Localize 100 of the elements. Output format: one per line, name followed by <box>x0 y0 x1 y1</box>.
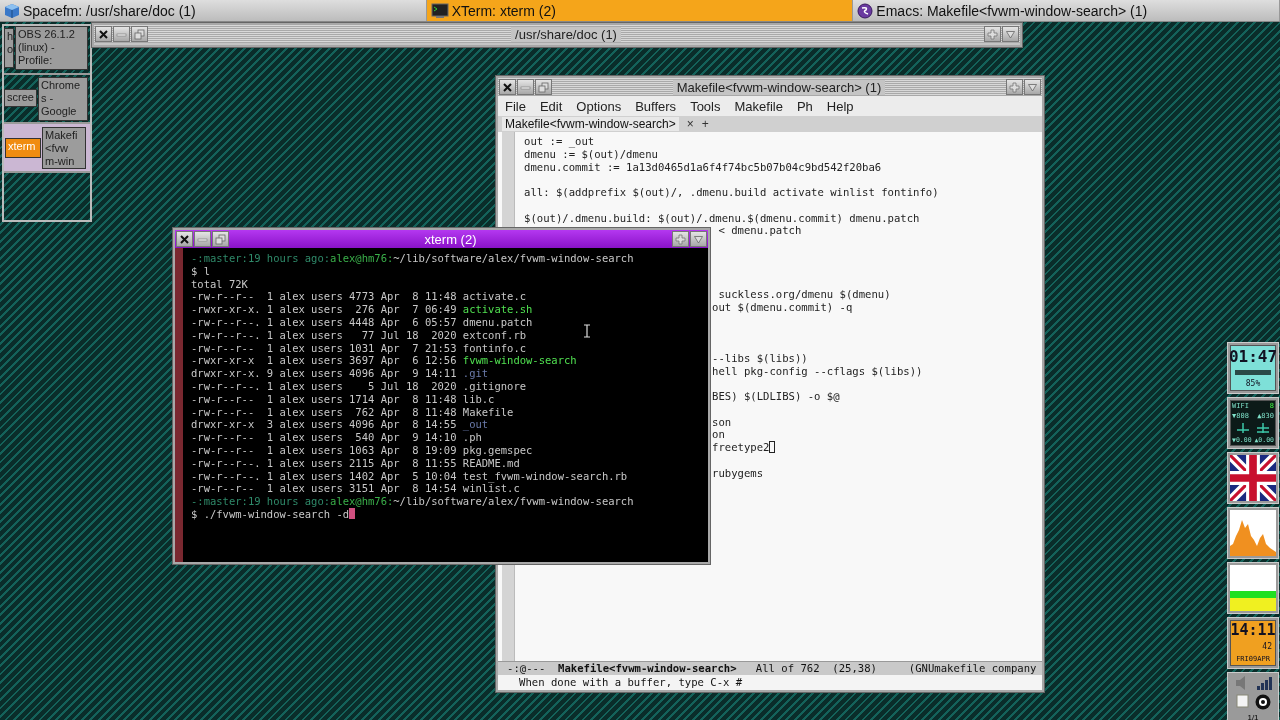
code-line: hell pkg-config --cflags $(libs)) <box>712 364 923 378</box>
command-line: $ l <box>191 264 210 278</box>
code-line: on <box>712 428 725 441</box>
code-line: freetype2 <box>712 441 770 454</box>
menu-button[interactable] <box>690 231 707 247</box>
close-icon <box>98 28 109 40</box>
code-line: dmenu := $(out)/dmenu <box>524 147 658 161</box>
maximize-button[interactable] <box>535 79 552 95</box>
signal-bars-icon[interactable] <box>1256 674 1272 691</box>
listing-line: -rw-r--r--. 1 alex users 1402 Apr 5 10:04 test_fvwm-window-search.rb <box>191 469 628 483</box>
tab-close[interactable]: × <box>686 117 694 131</box>
prompt-line: -:master:19 hours ago:alex@hm76:~/lib/software/alex/fvwm-window-search <box>191 252 634 265</box>
title-bar[interactable]: /usr/share/doc (1) <box>94 25 1020 43</box>
task-button[interactable]: XTerm: xterm (2) <box>426 0 854 21</box>
triangle-down-icon <box>1005 28 1016 40</box>
window-title: /usr/share/doc (1) <box>511 26 621 42</box>
level-bars-icon <box>1235 369 1271 375</box>
task-button[interactable]: Emacs: Makefile<fvwm-window-search> (1) <box>853 0 1280 21</box>
listing-line: -rwxr-xr-x 1 alex users 3697 Apr 6 12:56 fvwm-window-search <box>191 354 577 368</box>
mini-window[interactable]: Makefi <fvw m-win <box>42 127 86 169</box>
listing-line: -rw-r--r-- 1 alex users 762 Apr 8 11:48 Makefile <box>191 405 514 419</box>
text-cursor-icon <box>583 324 591 338</box>
title-bar[interactable]: Makefile<fvwm-window-search> (1) <box>498 78 1042 96</box>
listing-line: -rw-r--r-- 1 alex users 540 Apr 9 14:10 .ph <box>191 431 482 444</box>
page-counter: 1/1 <box>1247 712 1259 720</box>
window-title: Makefile<fvwm-window-search> (1) <box>672 79 886 95</box>
listing-line: drwxr-xr-x. 9 alex users 4096 Apr 9 14:11 .git <box>191 367 489 380</box>
plus-icon <box>987 28 998 40</box>
listing-line: -rw-r--r--. 1 alex users 4448 Apr 6 05:57 dmenu.patch <box>191 316 533 329</box>
close-icon <box>179 233 190 245</box>
menu-button[interactable] <box>1024 79 1041 95</box>
code-line: out $(dmenu.commit) -q <box>712 300 853 314</box>
close-button[interactable] <box>176 231 193 247</box>
menu-item[interactable]: Help <box>826 98 854 114</box>
memory-bars <box>1230 565 1276 611</box>
desk-page[interactable]: h o OBS 26.1.2 (linux) - Profile: <box>4 26 90 73</box>
maximize-icon <box>538 81 549 93</box>
maximize-button[interactable] <box>131 26 148 42</box>
keyboard-layout-widget[interactable] <box>1227 452 1279 504</box>
stick-button[interactable] <box>984 26 1001 42</box>
record-icon[interactable] <box>1255 693 1271 710</box>
listing-line: -rw-r--r--. 1 alex users 2115 Apr 8 11:55 README.md <box>191 456 520 470</box>
stick-button[interactable] <box>672 231 689 247</box>
cube-icon <box>4 2 20 19</box>
close-button[interactable] <box>499 79 516 95</box>
menu-item[interactable]: Makefile <box>734 98 783 114</box>
listing-line: -rw-r--r-- 1 alex users 3151 Apr 8 14:54 winlist.c <box>191 482 520 496</box>
listing-line: -rwxr-xr-x. 1 alex users 276 Apr 7 06:49 activate.sh <box>191 303 533 316</box>
code-line: rubygems <box>712 466 764 480</box>
menu-item[interactable]: Edit <box>539 98 563 114</box>
plus-icon <box>675 233 686 245</box>
menu-item[interactable]: File <box>505 98 526 114</box>
code-line: --libs $(libs)) <box>712 351 808 365</box>
command-line: $ ./fvwm-window-search -d <box>191 507 350 521</box>
title-bar[interactable]: xterm (2) <box>175 230 708 248</box>
listing-line: -rw-r--r--. 1 alex users 77 Jul 18 2020 extconf.rb <box>191 328 527 342</box>
code-line: all: $(addprefix $(out)/, .dmenu.build activate winlist fontinfo) <box>524 186 939 199</box>
desk-page[interactable]: scree Chrome s - Google <box>4 75 90 122</box>
listing-line: -rw-r--r-- 1 alex users 4773 Apr 8 11:48 activate.c <box>191 290 527 304</box>
menu-button[interactable] <box>1002 26 1019 42</box>
listing-line: -rw-r--r-- 1 alex users 1063 Apr 8 19:09 pkg.gemspec <box>191 443 533 457</box>
listing-line: -rw-r--r-- 1 alex users 1714 Apr 8 11:48 lib.c <box>191 392 495 406</box>
close-button[interactable] <box>95 26 112 42</box>
stick-button[interactable] <box>1006 79 1023 95</box>
code-line: dmenu.commit := 1a13d0465d1a6f4f74bc5b07b04c9bd542f20ba6 <box>524 160 882 174</box>
mini-window[interactable]: Chrome s - Google <box>38 77 88 121</box>
mini-window[interactable]: h o <box>4 28 14 68</box>
maximize-button[interactable] <box>212 231 229 247</box>
plus-icon <box>1009 81 1020 93</box>
code-line: out := _out <box>524 135 595 148</box>
listing-line: drwxr-xr-x 3 alex users 4096 Apr 8 14:55 _out <box>191 418 489 432</box>
window-title: xterm (2) <box>423 231 478 247</box>
battery-level: 85% <box>1245 379 1261 388</box>
terminal-icon <box>430 2 449 19</box>
code-line: son <box>712 415 732 429</box>
emacs-icon <box>857 2 874 19</box>
cpu-graph <box>1230 510 1276 556</box>
mini-window[interactable]: OBS 26.1.2 (linux) - Profile: <box>15 26 88 70</box>
mini-window[interactable]: scree <box>4 89 37 107</box>
menu-item[interactable]: Ph <box>796 98 813 114</box>
listing-line: -rw-r--r--. 1 alex users 5 Jul 18 2020 .gitignore <box>191 379 527 393</box>
buffer-tab[interactable]: Makefile<fvwm-window-search> <box>502 117 679 131</box>
maximize-icon <box>134 28 145 40</box>
menu-item[interactable]: Tools <box>690 98 721 114</box>
flag-icon <box>1230 455 1276 501</box>
clock-time: 14:11 <box>1230 623 1276 639</box>
listing-line: -rw-r--r-- 1 alex users 1031 Apr 7 21:53 fontinfo.c <box>191 341 527 355</box>
task-button[interactable]: Spacefm: /usr/share/doc (1) <box>0 0 427 21</box>
triangle-down-icon <box>693 233 704 245</box>
desk-page[interactable] <box>4 173 90 220</box>
code-line: < dmenu.patch <box>717 224 802 237</box>
code-line: BES) $(LDLIBS) -o $@ <box>712 390 840 403</box>
triangle-down-icon <box>1027 81 1038 93</box>
desk-page[interactable]: xterm Makefi <fvw m-win <box>4 124 90 171</box>
menu-item[interactable]: Buffers <box>635 98 677 114</box>
new-tab[interactable]: + <box>701 117 709 131</box>
memory-widget[interactable] <box>1227 562 1279 614</box>
clock-seconds: 42 <box>1262 643 1272 651</box>
code-line: $(out)/.dmenu.build: $(out)/.dmenu.$(dmenu.commit) dmenu.patch <box>524 211 920 225</box>
menu-item[interactable]: Options <box>576 98 622 114</box>
